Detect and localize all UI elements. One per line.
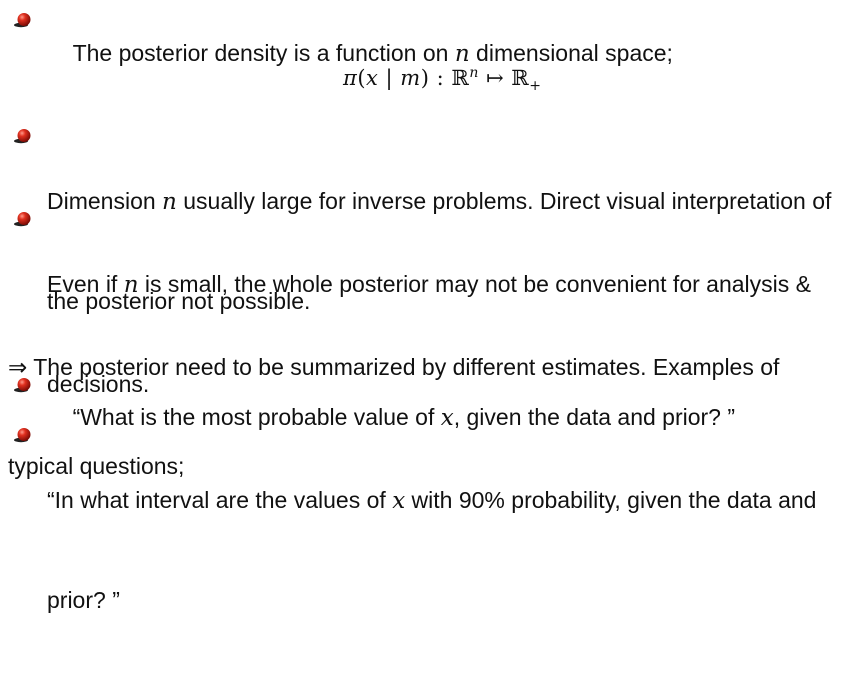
formula-open-paren: ( (357, 66, 367, 90)
formula-pi: π (343, 66, 358, 90)
bullet-ball-icon (14, 13, 31, 28)
bullet-ball-icon (14, 212, 31, 227)
bullet-5-line-1: “In what interval are the values of x wi… (47, 484, 847, 518)
bullet-5-text-b: with 90% probability, given the data and (405, 487, 817, 513)
slide: The posterior density is a function on n… (0, 0, 854, 613)
bullet-5-math-x: x (392, 488, 406, 514)
bullet-ball-icon (14, 378, 31, 393)
formula-mapsto: ↦ (478, 66, 512, 90)
formula-real-R: ℝ (451, 66, 470, 90)
formula-x: x (366, 66, 379, 90)
formula-m: m (400, 66, 421, 90)
bullet-5-text-a: “In what interval are the values of (47, 487, 393, 513)
bullet-item-5: “In what interval are the values of x wi… (47, 418, 847, 683)
formula-subscript-plus: + (529, 78, 542, 95)
formula-colon: : (429, 66, 452, 90)
formula-given-bar: | (378, 66, 401, 90)
formula-real-R-plus: ℝ (511, 66, 530, 90)
bullet-ball-icon (14, 129, 31, 144)
posterior-formula: π(x | m) : ℝn ↦ ℝ+ (343, 58, 541, 101)
bullet-ball-icon (14, 428, 31, 443)
bullet-5-line-2: prior? ” (47, 587, 120, 613)
formula-superscript-n: n (469, 65, 479, 81)
